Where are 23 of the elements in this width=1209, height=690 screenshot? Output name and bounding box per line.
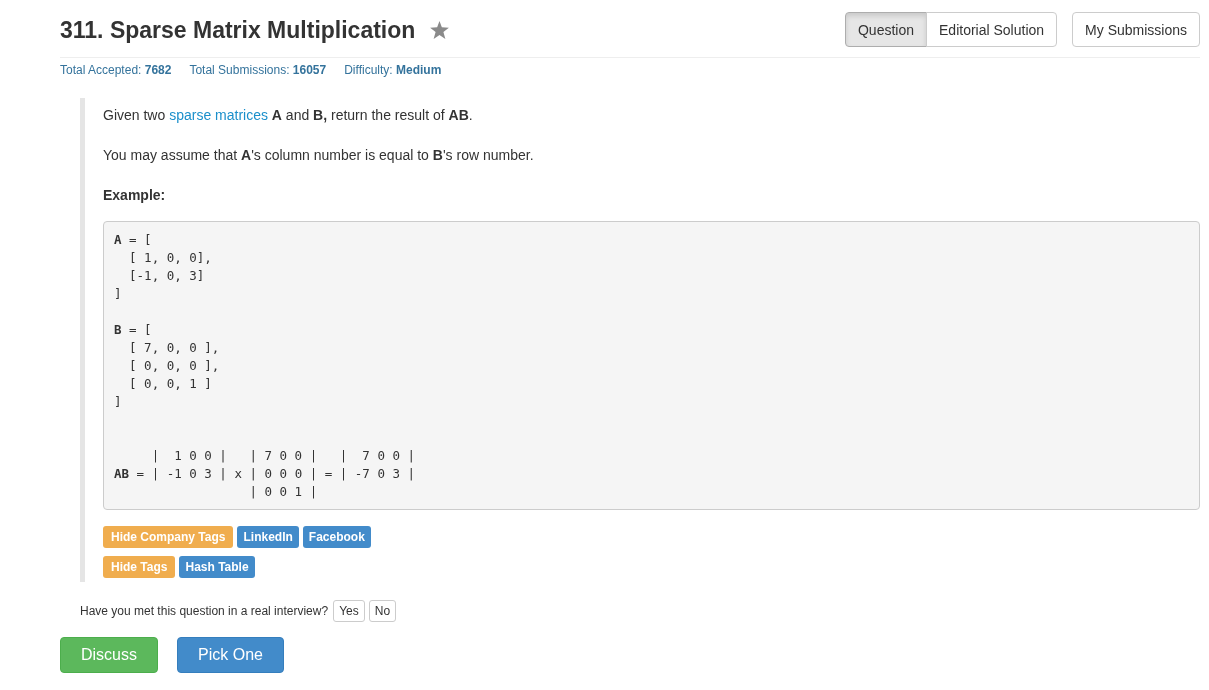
view-tab[interactable]: Question xyxy=(844,12,927,47)
tag-label[interactable]: LinkedIn xyxy=(237,526,299,548)
text-link[interactable]: sparse matrices xyxy=(169,107,268,123)
stat-text: Difficulty: Medium xyxy=(344,62,442,78)
example-heading: Example: xyxy=(103,186,167,205)
answer-button[interactable]: Yes xyxy=(333,600,365,622)
star-icon[interactable] xyxy=(430,20,450,39)
tag-label[interactable]: Hash Table xyxy=(179,556,255,578)
stat-text: Total Accepted: 7682 xyxy=(60,62,172,78)
stat-text: Total Submissions: 16057 xyxy=(189,62,327,78)
problem-title: 311. Sparse Matrix Multiplication xyxy=(60,15,416,45)
code-example: A = [ [ 1, 0, 0], [-1, 0, 3] ] B = [ [ 7, 0, 0 ], [ 0, 0, 0 ], [ 0, 0, 1 ] ] | 1 0 0 | | 7 0 0 | | 7 0 0 | AB = | -1 0 3 | x | 0 0 0 | = | -7 0 3 | | 0 0 1 | xyxy=(103,221,1200,510)
description-text: Given two sparse matrices A and B, return the result of AB. xyxy=(103,106,474,125)
action-button[interactable]: Discuss xyxy=(60,637,158,673)
description-text: You may assume that A's column number is equal to B's row number. xyxy=(103,146,535,165)
interview-question: Have you met this question in a real interview? xyxy=(80,604,329,618)
answer-button[interactable]: No xyxy=(368,600,397,622)
my-submissions-button[interactable]: My Submissions xyxy=(1072,12,1200,47)
hide-tags-toggle[interactable]: Hide Company Tags xyxy=(103,526,234,548)
view-tab[interactable]: Editorial Solution xyxy=(926,12,1058,47)
tag-label[interactable]: Facebook xyxy=(302,526,371,548)
action-button[interactable]: Pick One xyxy=(177,637,284,673)
hide-tags-toggle[interactable]: Hide Tags xyxy=(103,556,176,578)
